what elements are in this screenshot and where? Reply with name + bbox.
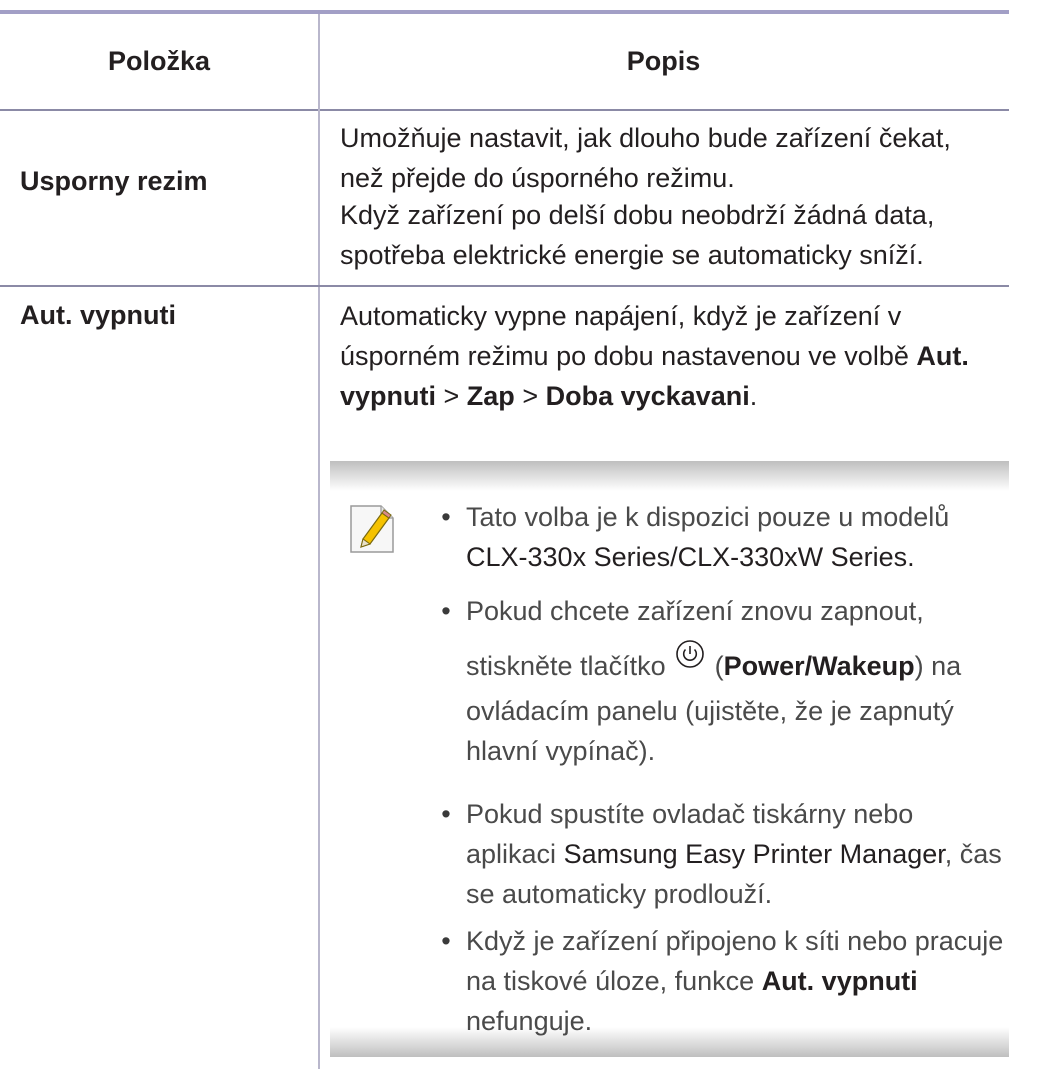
menu-path-separator: > — [436, 381, 467, 411]
bullet2-line3: ovládacím panelu (ujistěte, že je zapnut… — [466, 696, 954, 766]
row2-desc-text: Automaticky vypne napájení, když je zaří… — [340, 301, 909, 371]
bullet2-text: stiskněte tlačítko — [466, 651, 666, 681]
row1-description-p2: Když zařízení po delší dobu neobdrží žád… — [340, 200, 935, 270]
bullet1-text: Tato volba je k dispozici pouze u modelů — [466, 502, 950, 532]
row2-description: Automaticky vypne napájení, když je zaří… — [340, 296, 1000, 416]
power-wakeup-label: Power/Wakeup — [723, 651, 915, 681]
row-label-usporny-rezim: Usporny rezim — [20, 166, 208, 196]
bullet4-text-a: Když je zařízení připojeno k síti nebo p… — [466, 926, 1004, 996]
bullet4-keyword: Aut. vypnuti — [761, 966, 918, 996]
header-description: Popis — [318, 14, 1009, 111]
bullet1-models: CLX-330x Series/CLX-330xW Series. — [466, 542, 915, 572]
manual-page: Položka Popis Usporny rezim Umožňuje nas… — [0, 0, 1049, 1069]
note-pencil-icon — [350, 505, 394, 553]
bullet3-app-name: Samsung Easy Printer Manager — [563, 839, 945, 869]
column-divider — [318, 14, 320, 1069]
header-item: Položka — [0, 14, 318, 111]
row-label-aut-vypnuti: Aut. vypnuti — [20, 300, 176, 330]
row-divider — [0, 285, 1009, 287]
row1-description-p1: Umožňuje nastavit, jak dlouho bude zaříz… — [340, 123, 951, 193]
power-icon — [676, 640, 704, 668]
menu-path-end: . — [749, 381, 758, 411]
menu-path-zap: Zap — [466, 381, 515, 411]
note-top-shade — [330, 461, 1009, 491]
bullet2-line1: Pokud chcete zařízení znovu zapnout, — [466, 596, 924, 626]
menu-path-separator: > — [514, 381, 546, 411]
menu-path-doba-vyckavani: Doba vyckavani — [545, 381, 750, 411]
bullet4-text-b: nefunguje. — [466, 1006, 593, 1036]
note-box: • Tato volba je k dispozici pouze u mode… — [330, 461, 1009, 1057]
